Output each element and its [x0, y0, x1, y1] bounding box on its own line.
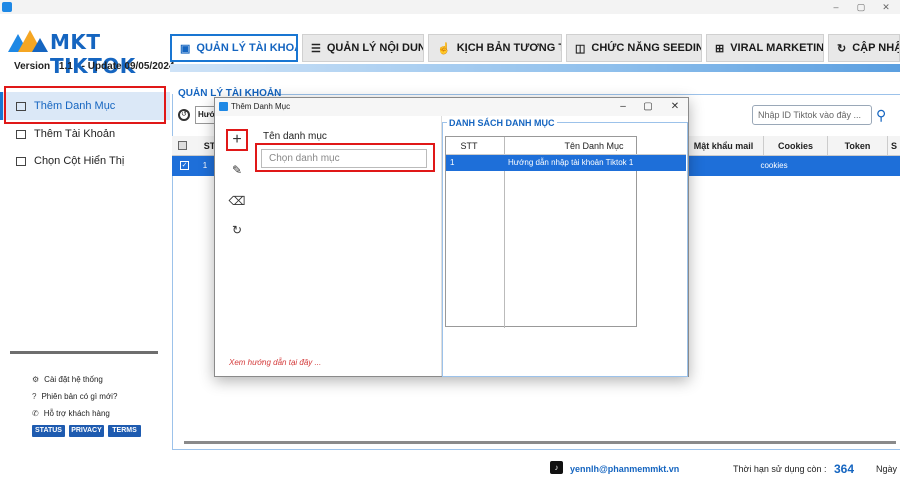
search-icon[interactable]: ⚲ [876, 106, 894, 124]
select-all-checkbox[interactable] [178, 141, 187, 150]
column-header-token[interactable]: Token [828, 136, 888, 156]
version-number: 1.1 [58, 61, 73, 72]
tab-content-management[interactable]: ☰ QUẢN LÝ NỘI DUNG [302, 34, 424, 62]
monitor-icon [16, 156, 26, 166]
highlight-annotation-field: Chọn danh mục [255, 143, 435, 172]
grid-header-name[interactable]: Tên Danh Mục [504, 137, 684, 155]
horizontal-scrollbar[interactable] [184, 441, 896, 444]
add-icon[interactable]: + [226, 129, 248, 151]
dialog-app-icon [219, 102, 228, 111]
list-item[interactable]: 1 Hướng dẫn nhập tài khoản Tiktok 1 [446, 155, 686, 171]
category-grid[interactable]: STT Tên Danh Mục 1 Hướng dẫn nhập tài kh… [445, 136, 686, 328]
section-divider [270, 94, 900, 95]
dialog-maximize-button[interactable]: ▢ [640, 100, 656, 114]
seeding-icon: ◫ [575, 42, 586, 55]
refresh-icon[interactable]: ↻ [226, 219, 248, 241]
status-button[interactable]: STATUS [32, 425, 65, 437]
category-grid-header: STT Tên Danh Mục [446, 137, 686, 155]
days-unit: Ngày [876, 464, 898, 474]
category-name-label: Tên danh mục [263, 131, 327, 142]
minimize-button[interactable]: – [824, 0, 848, 14]
maximize-button[interactable]: ▢ [849, 0, 873, 14]
sidebar: Thêm Danh Mục Thêm Tài Khoản Chọn Cột Hi… [0, 84, 170, 464]
link-customer-support[interactable]: ✆ Hỗ trợ khách hàng [32, 409, 110, 418]
remaining-days: 364 [834, 462, 855, 476]
version-info: Version 1.1 - Update 09/05/2024 [14, 61, 180, 72]
tiktok-icon: ♪ [550, 461, 563, 474]
guide-link[interactable]: Xem hướng dẫn tại đây ... [229, 358, 321, 367]
version-label: Version [14, 61, 51, 72]
copy-icon [16, 129, 26, 139]
tiktok-id-search-input[interactable]: Nhập ID Tiktok vào đây ... [752, 105, 872, 125]
list-icon: ☰ [311, 42, 321, 55]
account-box-icon: ▣ [180, 42, 191, 55]
help-icon: ? [32, 392, 37, 401]
brand-logo: MKT TIKTOK [8, 28, 168, 78]
sidebar-item-choose-columns[interactable]: Chọn Cột Hiển Thị [0, 147, 170, 175]
decorative-band [170, 64, 900, 72]
dialog-titlebar: Thêm Danh Mục – ▢ ✕ [215, 98, 688, 116]
grid-row-stt: 1 [450, 158, 455, 167]
highlight-annotation-sidebar [4, 86, 166, 124]
dialog-close-button[interactable]: ✕ [667, 100, 683, 114]
column-header-s[interactable]: S [888, 136, 900, 156]
delete-icon[interactable]: ⌫ [226, 190, 248, 212]
support-icon: ✆ [32, 409, 39, 418]
dialog-title: Thêm Danh Mục [231, 102, 291, 111]
tab-interaction-script[interactable]: ☝ KỊCH BẢN TƯƠNG TÁC [428, 34, 562, 62]
row-stt: 1 [202, 161, 208, 170]
privacy-button[interactable]: PRIVACY [69, 425, 104, 437]
tab-viral-marketing[interactable]: ⊞ VIRAL MARKETING [706, 34, 824, 62]
row-cookies: cookies [760, 161, 788, 170]
top-nav: ▣ QUẢN LÝ TÀI KHOẢN ☰ QUẢN LÝ NỘI DUNG ☝… [170, 34, 900, 64]
sidebar-item-add-account[interactable]: Thêm Tài Khoản [0, 120, 170, 148]
tab-account-management[interactable]: ▣ QUẢN LÝ TÀI KHOẢN [170, 34, 298, 62]
gear-icon: ⚙ [32, 375, 40, 384]
dialog-minimize-button[interactable]: – [615, 100, 631, 114]
link-whats-new[interactable]: ? Phiên bản có gì mới? [32, 392, 117, 401]
logo-mark-icon [8, 30, 48, 52]
window-titlebar: – ▢ ✕ [0, 0, 900, 14]
terms-button[interactable]: TERMS [108, 425, 141, 437]
column-header-mail-password[interactable]: Mật khẩu mail [684, 136, 764, 156]
column-header-cookies[interactable]: Cookies [764, 136, 828, 156]
update-icon: ↻ [837, 42, 847, 55]
category-list-title: DANH SÁCH DANH MỤC [447, 118, 557, 128]
sidebar-divider [10, 351, 158, 354]
category-name-input[interactable]: Chọn danh mục [261, 149, 427, 168]
row-checkbox[interactable]: ✓ [180, 161, 189, 170]
grid-icon: ⊞ [715, 42, 725, 55]
link-system-settings[interactable]: ⚙ Cài đặt hệ thống [32, 375, 103, 384]
hand-icon: ☝ [437, 42, 451, 55]
close-button[interactable]: ✕ [874, 0, 898, 14]
remaining-time-label: Thời hạn sử dụng còn : [733, 464, 827, 474]
grid-row-name: Hướng dẫn nhập tài khoản Tiktok 1 [508, 158, 634, 167]
update-date: - Update 09/05/2024 [81, 61, 175, 72]
grid-header-stt[interactable]: STT [446, 137, 492, 155]
account-email: yennlh@phanmemmkt.vn [570, 464, 680, 474]
add-category-dialog: Thêm Danh Mục – ▢ ✕ + ✎ ⌫ ↻ Tên danh mục… [214, 97, 689, 377]
filter-icon[interactable]: ↺ [178, 109, 190, 121]
app-icon [2, 2, 12, 12]
tab-update[interactable]: ↻ CẬP NHẬ [828, 34, 900, 62]
tab-seeding[interactable]: ◫ CHỨC NĂNG SEEDING [566, 34, 702, 62]
edit-icon[interactable]: ✎ [226, 159, 248, 181]
